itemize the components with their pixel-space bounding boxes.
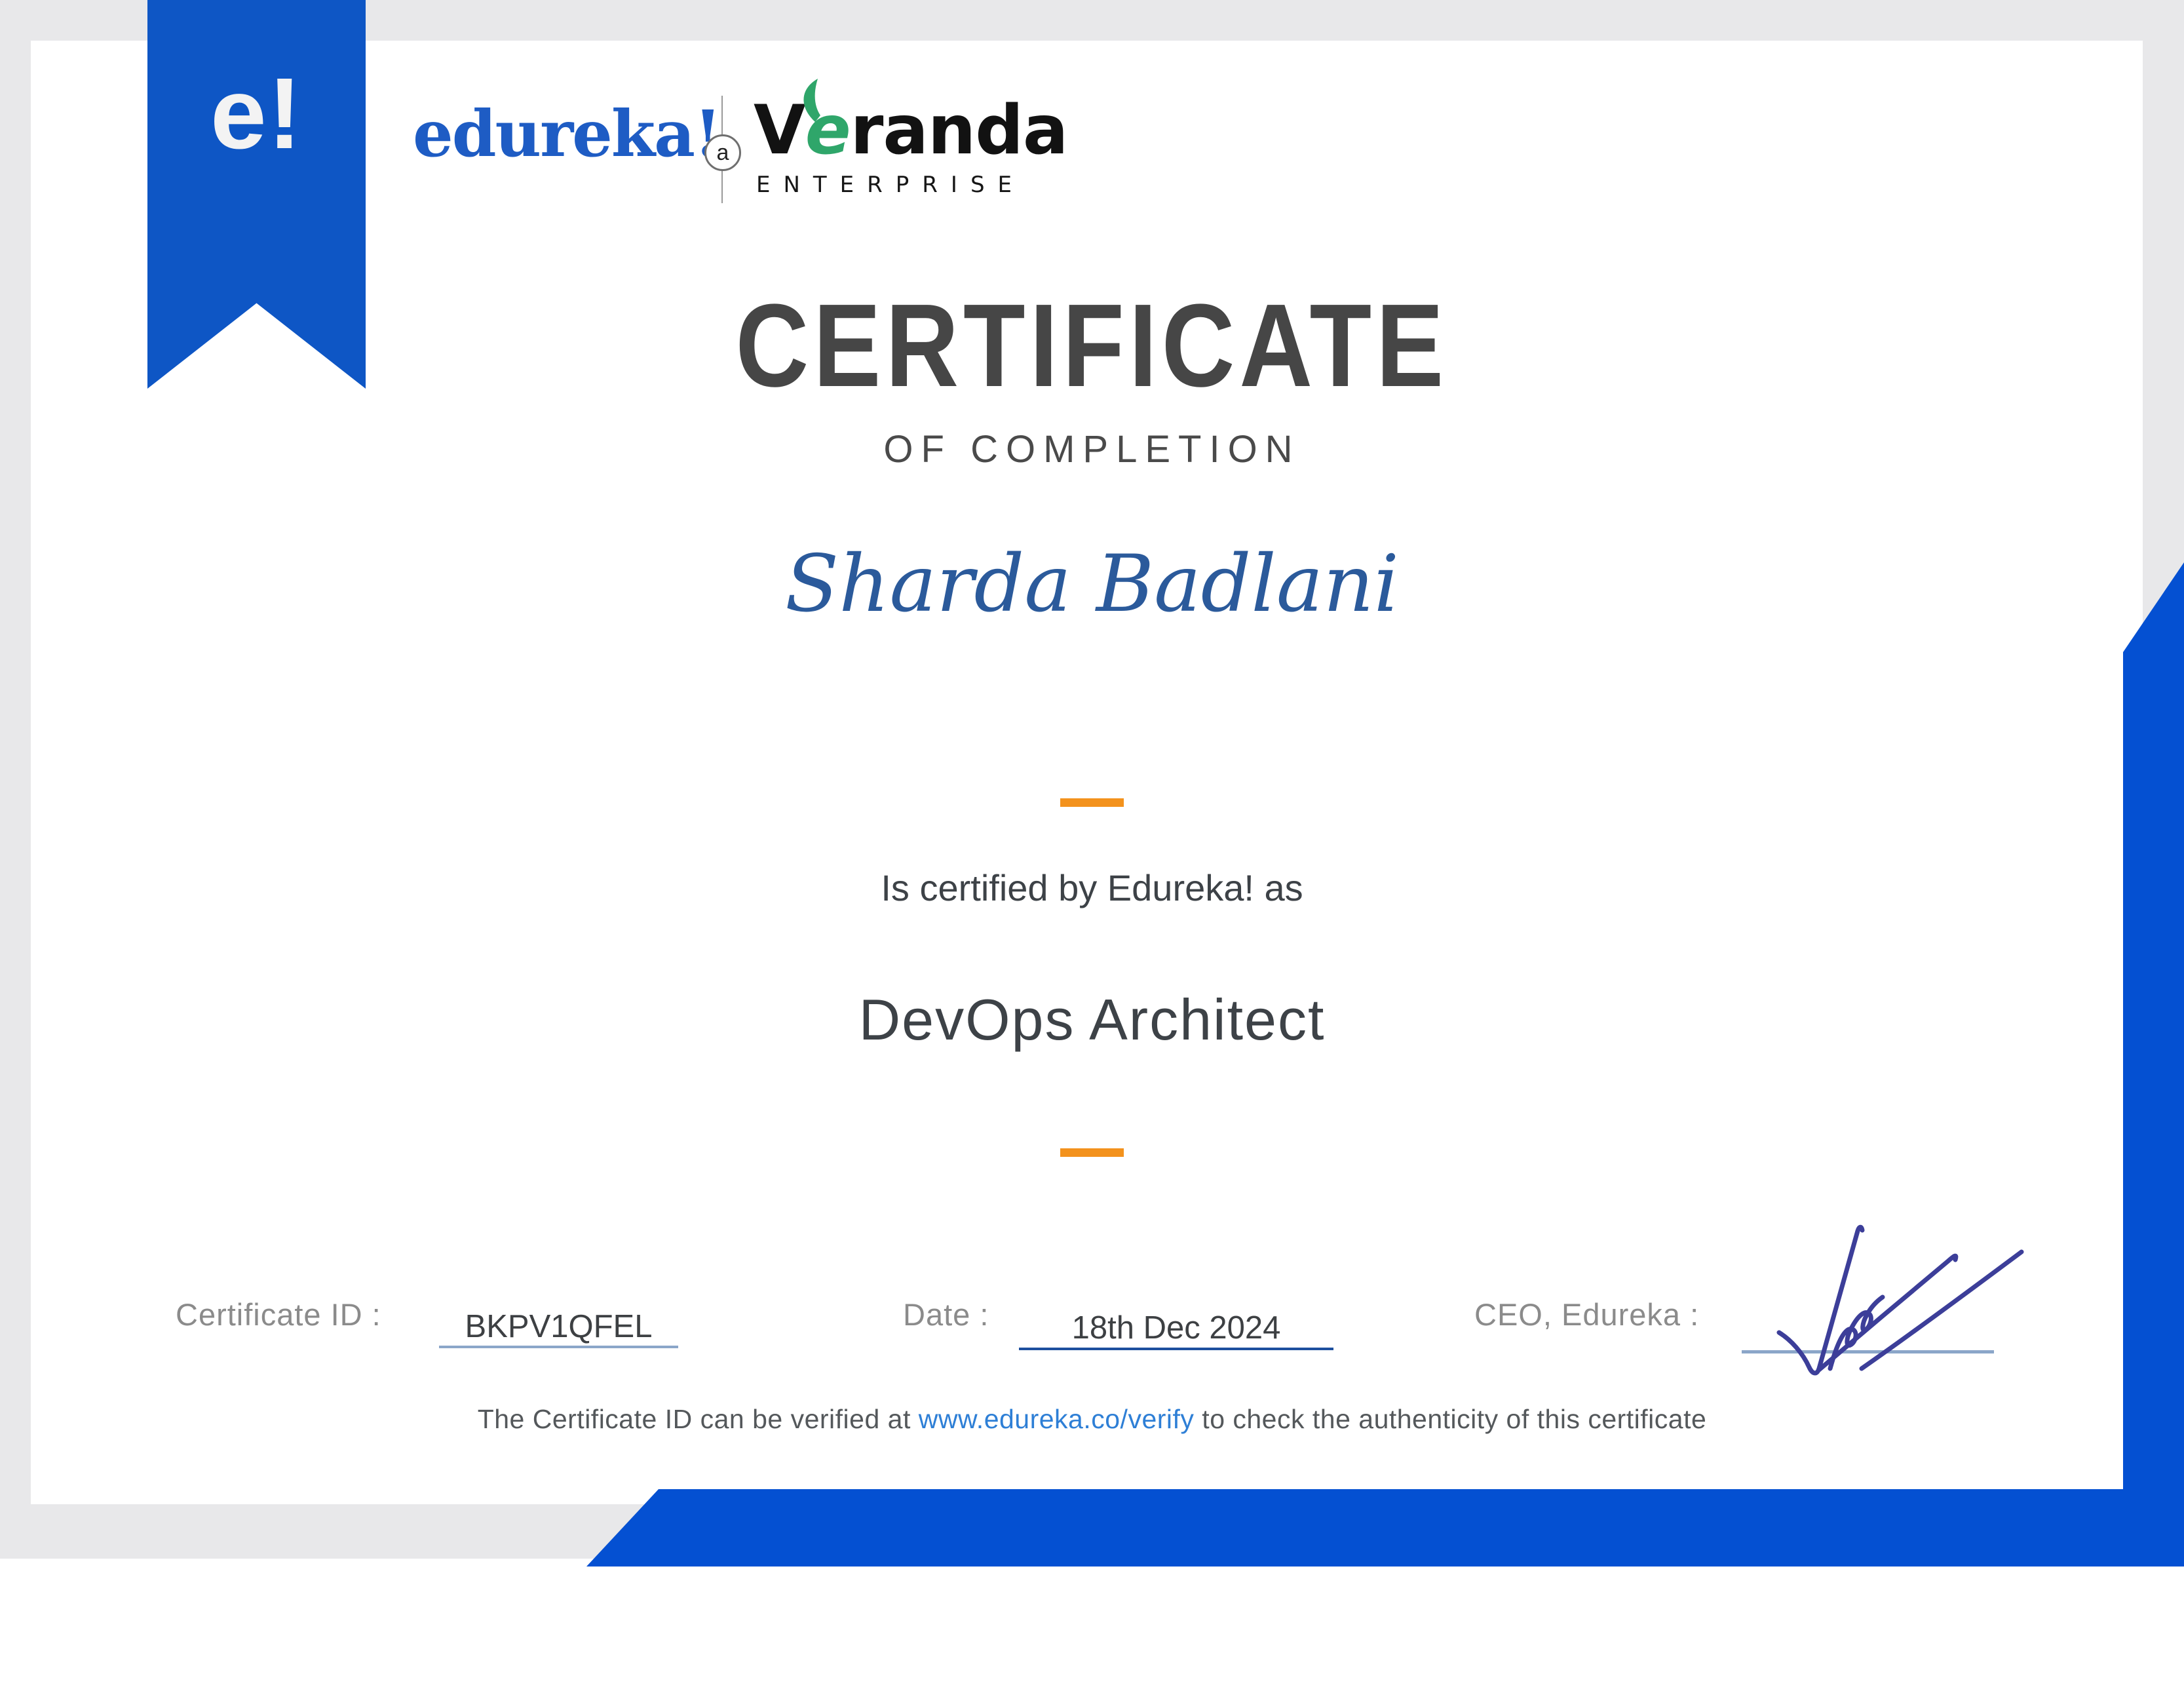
recipient-name: Sharda Badlani bbox=[784, 539, 1400, 630]
verification-prefix: The Certificate ID can be verified at bbox=[477, 1404, 919, 1434]
date-value: 18th Dec 2024 bbox=[1071, 1310, 1281, 1346]
date-underline bbox=[1019, 1348, 1333, 1350]
certificate-title-text: CERTIFICATE bbox=[735, 280, 1449, 412]
certificate-id-label: Certificate ID : bbox=[176, 1297, 381, 1332]
ceo-signature bbox=[1776, 1224, 2024, 1376]
course-title: DevOps Architect bbox=[858, 987, 1326, 1052]
certificate-title: CERTIFICATE bbox=[0, 287, 2184, 405]
edureka-logo: edureka! bbox=[413, 96, 722, 171]
date-label: Date : bbox=[903, 1297, 989, 1332]
verification-link[interactable]: www.edureka.co/verify bbox=[919, 1404, 1195, 1434]
verification-suffix: to check the authenticity of this certif… bbox=[1194, 1404, 1707, 1434]
bottom-divider bbox=[1060, 1148, 1124, 1157]
certified-line: Is certified by Edureka! as bbox=[881, 867, 1303, 908]
edureka-badge-icon: e! bbox=[210, 57, 303, 170]
logo-connector-a: a bbox=[704, 134, 741, 171]
veranda-enterprise-label: ENTERPRISE bbox=[756, 172, 1025, 198]
verification-line: The Certificate ID can be verified at ww… bbox=[0, 1404, 2184, 1435]
top-divider bbox=[1060, 798, 1124, 807]
ceo-label: CEO, Edureka : bbox=[1474, 1297, 1700, 1332]
certificate-subtitle: OF COMPLETION bbox=[883, 428, 1301, 471]
certificate-id-underline bbox=[439, 1346, 678, 1348]
bottom-blue-band bbox=[586, 1489, 2184, 1567]
veranda-leaf-icon bbox=[803, 79, 820, 122]
certificate-id-value: BKPV1QFEL bbox=[465, 1309, 653, 1344]
veranda-randa: randa bbox=[850, 91, 1069, 170]
